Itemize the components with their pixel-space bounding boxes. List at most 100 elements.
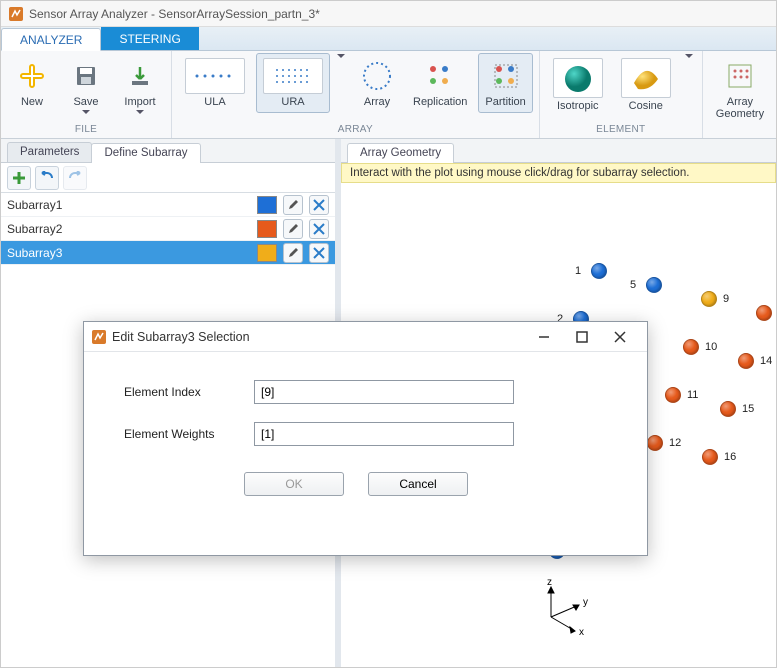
group-plots: Array Geometry 3 Pat bbox=[703, 51, 777, 138]
element-label: 14 bbox=[760, 355, 772, 367]
svg-text:z: z bbox=[547, 577, 552, 588]
delete-icon bbox=[313, 247, 325, 259]
replication-button[interactable]: Replication bbox=[406, 53, 474, 113]
element-label: 9 bbox=[723, 293, 729, 305]
color-swatch bbox=[257, 196, 277, 214]
subarray-toolbar bbox=[1, 163, 335, 193]
import-button[interactable]: Import bbox=[115, 53, 165, 120]
maximize-icon bbox=[576, 331, 588, 343]
close-button[interactable] bbox=[601, 323, 639, 351]
element-label: 10 bbox=[705, 341, 717, 353]
window-title: Sensor Array Analyzer - SensorArraySessi… bbox=[29, 7, 320, 21]
delete-subarray-button[interactable] bbox=[309, 195, 329, 215]
array-button[interactable]: Array bbox=[352, 53, 402, 113]
svg-text:y: y bbox=[583, 597, 588, 608]
partition-icon bbox=[491, 61, 521, 91]
delete-subarray-button[interactable] bbox=[309, 243, 329, 263]
array-geometry-button[interactable]: Array Geometry bbox=[709, 53, 771, 125]
partition-button[interactable]: Partition bbox=[478, 53, 532, 113]
isotropic-icon bbox=[558, 61, 598, 95]
plus-icon bbox=[12, 171, 26, 185]
title-bar: Sensor Array Analyzer - SensorArraySessi… bbox=[1, 1, 776, 27]
ula-icon bbox=[189, 64, 241, 88]
cancel-button[interactable]: Cancel bbox=[368, 472, 468, 496]
chevron-down-icon bbox=[337, 54, 345, 59]
subarray-row[interactable]: Subarray1 bbox=[1, 193, 335, 217]
array-icon bbox=[360, 59, 394, 93]
edit-subarray-button[interactable] bbox=[283, 195, 303, 215]
redo-button[interactable] bbox=[63, 166, 87, 190]
undo-icon bbox=[39, 171, 55, 185]
app-icon bbox=[9, 7, 23, 21]
chevron-down-icon bbox=[136, 110, 144, 115]
tab-parameters[interactable]: Parameters bbox=[7, 142, 92, 162]
new-button[interactable]: New bbox=[7, 53, 57, 113]
element-weights-input[interactable] bbox=[254, 422, 514, 446]
close-icon bbox=[614, 331, 626, 343]
delete-icon bbox=[313, 199, 325, 211]
element-index-input[interactable] bbox=[254, 380, 514, 404]
ura-icon bbox=[267, 64, 319, 88]
array-gallery-dropdown[interactable] bbox=[334, 53, 348, 60]
element-index-label: Element Index bbox=[124, 385, 254, 399]
group-array: ULA URA Array Replication Partition ARRA… bbox=[172, 51, 540, 138]
axes-triad-icon: z y x bbox=[531, 577, 591, 637]
element-weights-label: Element Weights bbox=[124, 427, 254, 441]
cosine-icon bbox=[626, 61, 666, 95]
tab-array-geometry[interactable]: Array Geometry bbox=[347, 143, 454, 163]
delete-icon bbox=[313, 223, 325, 235]
isotropic-button[interactable]: Isotropic bbox=[546, 53, 610, 117]
delete-subarray-button[interactable] bbox=[309, 219, 329, 239]
dialog-titlebar: Edit Subarray3 Selection bbox=[84, 322, 647, 352]
save-button[interactable]: Save bbox=[61, 53, 111, 120]
pencil-icon bbox=[287, 223, 299, 235]
array-element[interactable] bbox=[647, 435, 663, 451]
array-element[interactable] bbox=[701, 291, 717, 307]
array-element[interactable] bbox=[756, 305, 772, 321]
add-subarray-button[interactable] bbox=[7, 166, 31, 190]
color-swatch bbox=[257, 244, 277, 262]
ribbon-tabstrip: ANALYZER STEERING bbox=[1, 27, 776, 51]
redo-icon bbox=[67, 171, 83, 185]
subarray-row[interactable]: Subarray2 bbox=[1, 217, 335, 241]
chevron-down-icon bbox=[82, 110, 90, 115]
pencil-icon bbox=[287, 199, 299, 211]
app-icon bbox=[92, 330, 106, 344]
ok-button[interactable]: OK bbox=[244, 472, 344, 496]
tab-define-subarray[interactable]: Define Subarray bbox=[91, 143, 200, 163]
ula-button[interactable]: ULA bbox=[178, 53, 252, 113]
plot-hint: Interact with the plot using mouse click… bbox=[341, 163, 776, 183]
group-file: New Save Import FILE bbox=[1, 51, 172, 138]
maximize-button[interactable] bbox=[563, 323, 601, 351]
minimize-button[interactable] bbox=[525, 323, 563, 351]
color-swatch bbox=[257, 220, 277, 238]
element-label: 11 bbox=[687, 389, 698, 401]
subarray-name: Subarray3 bbox=[7, 246, 251, 260]
subarray-row[interactable]: Subarray3 bbox=[1, 241, 335, 265]
tab-steering[interactable]: STEERING bbox=[101, 27, 198, 50]
array-element[interactable] bbox=[702, 449, 718, 465]
edit-subarray-dialog: Edit Subarray3 Selection Element Index E… bbox=[83, 321, 648, 556]
dialog-title: Edit Subarray3 Selection bbox=[112, 330, 525, 344]
tab-analyzer[interactable]: ANALYZER bbox=[1, 28, 101, 51]
minimize-icon bbox=[538, 331, 550, 343]
element-gallery-dropdown[interactable] bbox=[682, 53, 696, 60]
array-element[interactable] bbox=[738, 353, 754, 369]
geometry-icon bbox=[726, 62, 754, 90]
undo-button[interactable] bbox=[35, 166, 59, 190]
replication-icon bbox=[425, 61, 455, 91]
element-label: 5 bbox=[630, 279, 636, 291]
element-label: 1 bbox=[575, 265, 581, 277]
ura-button[interactable]: URA bbox=[256, 53, 330, 113]
edit-subarray-button[interactable] bbox=[283, 243, 303, 263]
svg-text:x: x bbox=[579, 627, 584, 637]
array-element[interactable] bbox=[720, 401, 736, 417]
array-element[interactable] bbox=[591, 263, 607, 279]
cosine-button[interactable]: Cosine bbox=[614, 53, 678, 117]
element-label: 15 bbox=[742, 403, 754, 415]
array-element[interactable] bbox=[646, 277, 662, 293]
array-element[interactable] bbox=[665, 387, 681, 403]
element-label: 12 bbox=[669, 437, 681, 449]
array-element[interactable] bbox=[683, 339, 699, 355]
edit-subarray-button[interactable] bbox=[283, 219, 303, 239]
